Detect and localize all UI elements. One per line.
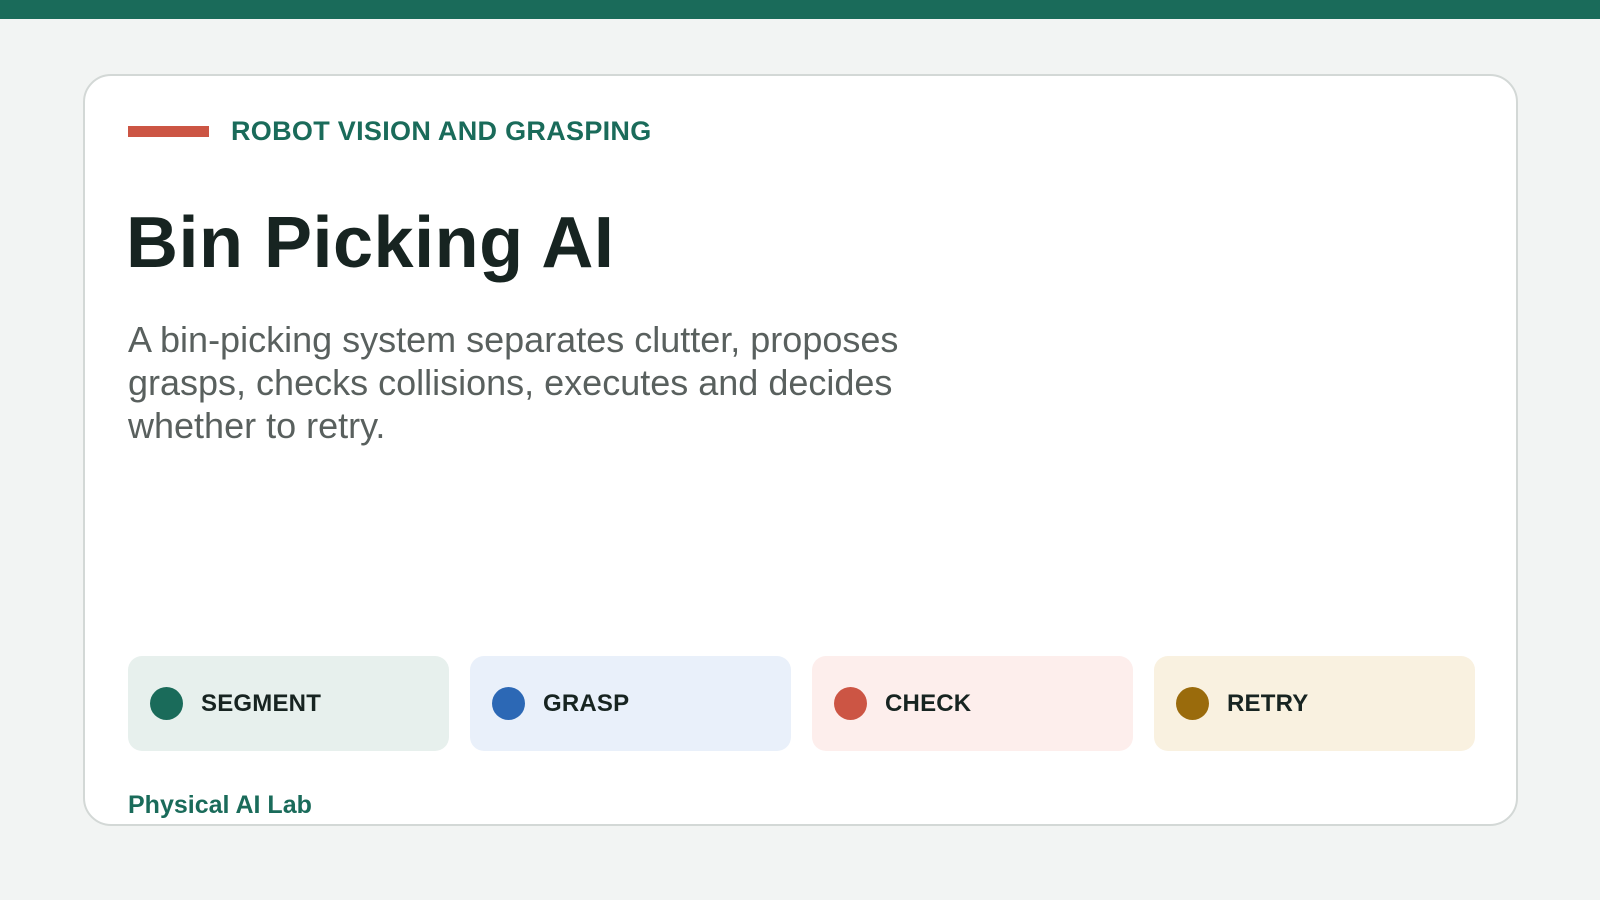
- content-card: ROBOT VISION AND GRASPING Bin Picking AI…: [83, 74, 1518, 826]
- description: A bin-picking system separates clutter, …: [128, 319, 899, 446]
- eyebrow-text: ROBOT VISION AND GRASPING: [231, 116, 652, 146]
- amber-dot-icon: [1176, 687, 1209, 720]
- step-list: SEGMENT GRASP CHECK RETRY: [128, 656, 1475, 751]
- page-title: Bin Picking AI: [126, 203, 615, 283]
- step-grasp: GRASP: [470, 656, 791, 751]
- step-check: CHECK: [812, 656, 1133, 751]
- step-label: CHECK: [885, 689, 972, 717]
- step-label: SEGMENT: [201, 689, 322, 717]
- footer-label: Physical AI Lab: [128, 791, 312, 819]
- blue-dot-icon: [492, 687, 525, 720]
- green-dot-icon: [150, 687, 183, 720]
- step-segment: SEGMENT: [128, 656, 449, 751]
- eyebrow: ROBOT VISION AND GRASPING: [128, 116, 652, 147]
- top-accent-bar: [0, 0, 1600, 19]
- step-retry: RETRY: [1154, 656, 1475, 751]
- step-label: RETRY: [1227, 689, 1309, 717]
- eyebrow-rule: [128, 126, 209, 137]
- step-label: GRASP: [543, 689, 630, 717]
- red-dot-icon: [834, 687, 867, 720]
